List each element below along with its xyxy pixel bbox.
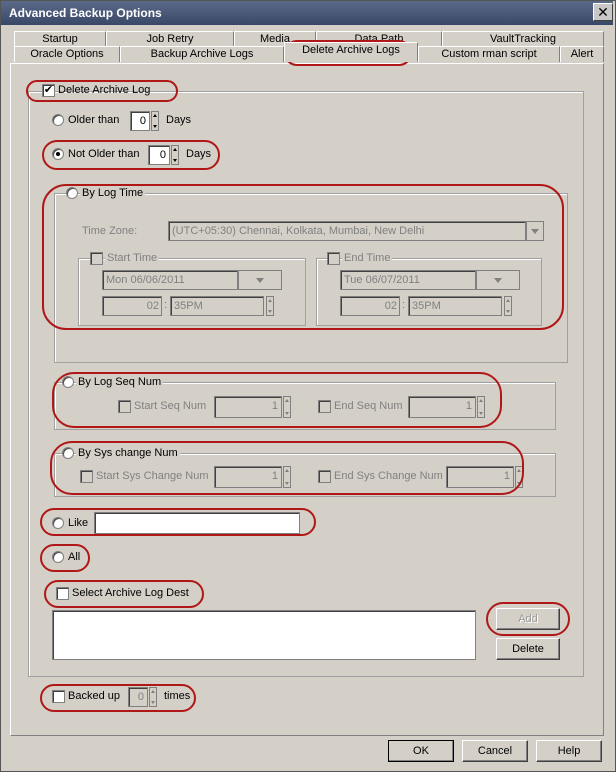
- older-than-label: Older than: [68, 114, 120, 126]
- end-date-dropdown[interactable]: [476, 270, 520, 290]
- delete-archive-log-checkbox[interactable]: ✔: [42, 84, 55, 97]
- start-sys-change-label: Start Sys Change Num: [96, 470, 209, 482]
- start-time-checkbox[interactable]: [90, 252, 103, 265]
- select-archive-log-dest-label: Select Archive Log Dest: [72, 587, 189, 599]
- not-older-than-radio[interactable]: [52, 148, 64, 160]
- delete-dest-button[interactable]: Delete: [496, 638, 560, 660]
- end-sys-change-label: End Sys Change Num: [334, 470, 443, 482]
- older-than-spinner[interactable]: [151, 111, 159, 131]
- start-time-spinner[interactable]: [266, 296, 274, 316]
- end-minute-field[interactable]: 35PM: [408, 296, 502, 316]
- like-radio[interactable]: [52, 517, 64, 529]
- backed-up-spinner[interactable]: [149, 687, 157, 707]
- archive-log-dest-list[interactable]: [52, 610, 476, 660]
- close-icon[interactable]: ✕: [593, 3, 613, 21]
- select-archive-log-dest-checkbox[interactable]: [56, 587, 69, 600]
- start-time-label: Start Time: [105, 252, 160, 264]
- start-minute: 35: [174, 300, 187, 312]
- start-minute-field[interactable]: 35PM: [170, 296, 264, 316]
- end-seq-checkbox[interactable]: [318, 400, 331, 413]
- end-seq-spinner[interactable]: [477, 396, 485, 418]
- start-time-separator: :: [164, 299, 168, 311]
- end-seq-label: End Seq Num: [334, 400, 403, 412]
- tab-oracle-options[interactable]: Oracle Options: [14, 46, 120, 62]
- backed-up-times-input[interactable]: 0: [128, 687, 148, 707]
- not-older-than-spinner[interactable]: [171, 145, 179, 165]
- all-label: All: [68, 551, 81, 563]
- end-date-field[interactable]: Tue 06/07/2011: [340, 270, 476, 290]
- end-time-separator: :: [402, 299, 406, 311]
- not-older-than-days-input[interactable]: 0: [148, 145, 170, 165]
- start-seq-label: Start Seq Num: [134, 400, 207, 412]
- end-seq-input[interactable]: 1: [408, 396, 476, 418]
- end-sys-change-checkbox[interactable]: [318, 470, 331, 483]
- end-time-checkbox[interactable]: [327, 252, 340, 265]
- not-older-than-unit: Days: [186, 148, 212, 160]
- tab-startup[interactable]: Startup: [14, 31, 106, 47]
- start-date-field[interactable]: Mon 06/06/2011: [102, 270, 238, 290]
- tab-alert[interactable]: Alert: [560, 46, 604, 62]
- all-radio[interactable]: [52, 551, 64, 563]
- start-ampm: PM: [186, 300, 203, 312]
- end-time-spinner[interactable]: [504, 296, 512, 316]
- backed-up-checkbox[interactable]: [52, 690, 65, 703]
- by-log-seq-label: By Log Seq Num: [76, 376, 164, 388]
- by-log-time-radio[interactable]: [66, 187, 78, 199]
- backed-up-label: Backed up: [68, 690, 120, 702]
- start-date-dropdown[interactable]: [238, 270, 282, 290]
- chevron-down-icon[interactable]: [526, 221, 544, 241]
- older-than-unit: Days: [166, 114, 192, 126]
- time-zone-select[interactable]: (UTC+05:30) Chennai, Kolkata, Mumbai, Ne…: [168, 221, 526, 241]
- by-sys-change-radio[interactable]: [62, 447, 74, 459]
- end-sys-change-input[interactable]: 1: [446, 466, 514, 488]
- cancel-button[interactable]: Cancel: [462, 740, 528, 762]
- window-title: Advanced Backup Options: [9, 6, 162, 20]
- time-zone-label: Time Zone:: [82, 225, 138, 237]
- not-older-than-label: Not Older than: [68, 148, 140, 160]
- tab-backup-archive-logs[interactable]: Backup Archive Logs: [120, 46, 284, 62]
- delete-archive-log-label: Delete Archive Log: [58, 84, 151, 96]
- end-hour-field[interactable]: 02: [340, 296, 400, 316]
- by-sys-change-label: By Sys change Num: [76, 447, 180, 459]
- tab-delete-archive-logs[interactable]: Delete Archive Logs: [284, 42, 418, 62]
- start-sys-change-spinner[interactable]: [283, 466, 291, 488]
- end-ampm: PM: [424, 300, 441, 312]
- like-input[interactable]: [94, 512, 300, 534]
- title-bar: Advanced Backup Options: [1, 1, 613, 25]
- start-seq-checkbox[interactable]: [118, 400, 131, 413]
- start-hour-field[interactable]: 02: [102, 296, 162, 316]
- start-sys-change-input[interactable]: 1: [214, 466, 282, 488]
- start-seq-spinner[interactable]: [283, 396, 291, 418]
- tab-job-retry[interactable]: Job Retry: [106, 31, 234, 47]
- end-time-label: End Time: [342, 252, 393, 264]
- backed-up-unit: times: [164, 690, 191, 702]
- add-dest-button[interactable]: Add: [496, 608, 560, 630]
- help-button[interactable]: Help: [536, 740, 602, 762]
- older-than-days-input[interactable]: 0: [130, 111, 150, 131]
- tab-vaulttracking[interactable]: VaultTracking: [442, 31, 604, 47]
- end-minute: 35: [412, 300, 425, 312]
- older-than-radio[interactable]: [52, 114, 64, 126]
- end-sys-change-spinner[interactable]: [515, 466, 523, 488]
- start-sys-change-checkbox[interactable]: [80, 470, 93, 483]
- by-log-time-label: By Log Time: [80, 187, 146, 199]
- ok-button[interactable]: OK: [388, 740, 454, 762]
- like-label: Like: [68, 517, 89, 529]
- by-log-seq-radio[interactable]: [62, 376, 74, 388]
- start-seq-input[interactable]: 1: [214, 396, 282, 418]
- tab-custom-rman-script[interactable]: Custom rman script: [418, 46, 560, 62]
